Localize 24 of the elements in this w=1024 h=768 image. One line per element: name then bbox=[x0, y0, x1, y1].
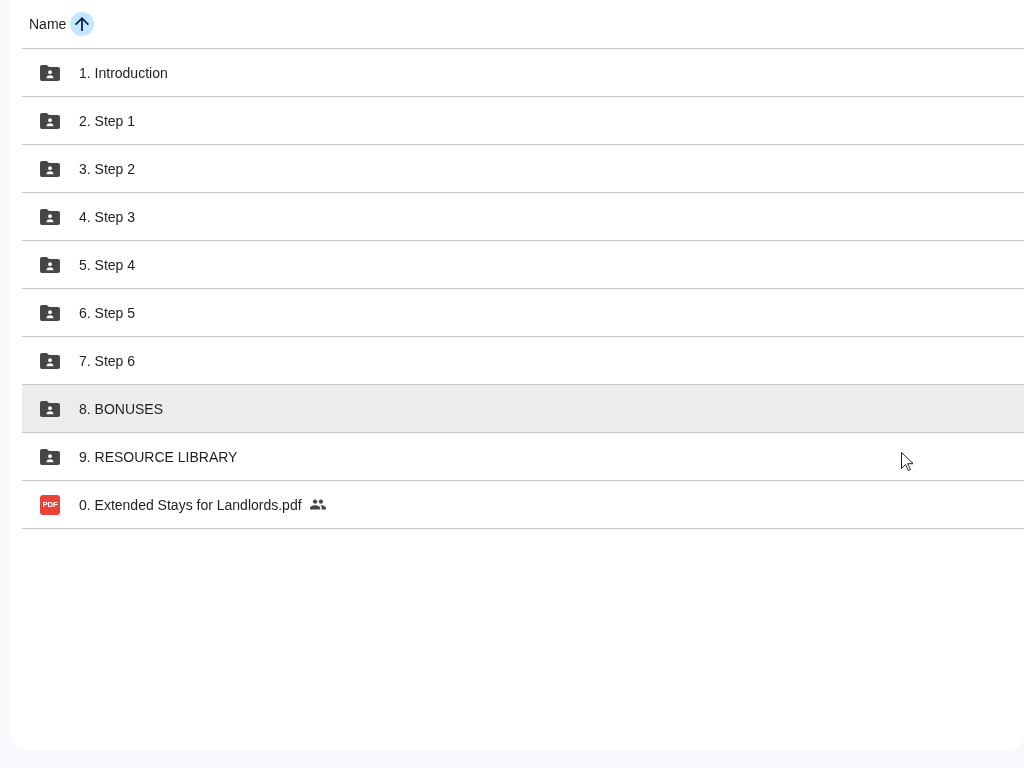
shared-folder-icon bbox=[40, 160, 60, 177]
shared-folder-icon bbox=[40, 256, 60, 273]
shared-folder-icon bbox=[40, 448, 60, 465]
item-name: 6. Step 5 bbox=[79, 305, 136, 320]
item-name: 3. Step 2 bbox=[79, 161, 136, 176]
item-name: 0. Extended Stays for Landlords.pdf bbox=[79, 497, 302, 512]
item-name: 1. Introduction bbox=[79, 65, 168, 80]
item-name: 7. Step 6 bbox=[79, 353, 136, 368]
shared-folder-icon bbox=[40, 112, 60, 129]
shared-folder-icon bbox=[40, 208, 60, 225]
shared-folder-icon bbox=[40, 304, 60, 321]
item-name: 4. Step 3 bbox=[79, 209, 136, 224]
mouse-pointer-icon bbox=[901, 452, 913, 471]
item-name: 2. Step 1 bbox=[79, 113, 136, 128]
pdf-file-icon: PDF bbox=[40, 494, 60, 515]
item-name: 5. Step 4 bbox=[79, 257, 136, 272]
item-name: 8. BONUSES bbox=[79, 401, 164, 416]
shared-folder-icon bbox=[40, 352, 60, 369]
item-name: 9. RESOURCE LIBRARY bbox=[79, 449, 238, 464]
name-column-header[interactable]: Name bbox=[29, 12, 95, 36]
folder-row[interactable]: 8. BONUSES bbox=[22, 385, 1024, 433]
shared-folder-icon bbox=[40, 64, 60, 81]
shared-folder-icon bbox=[40, 400, 60, 417]
arrow-up-icon[interactable] bbox=[70, 12, 95, 36]
